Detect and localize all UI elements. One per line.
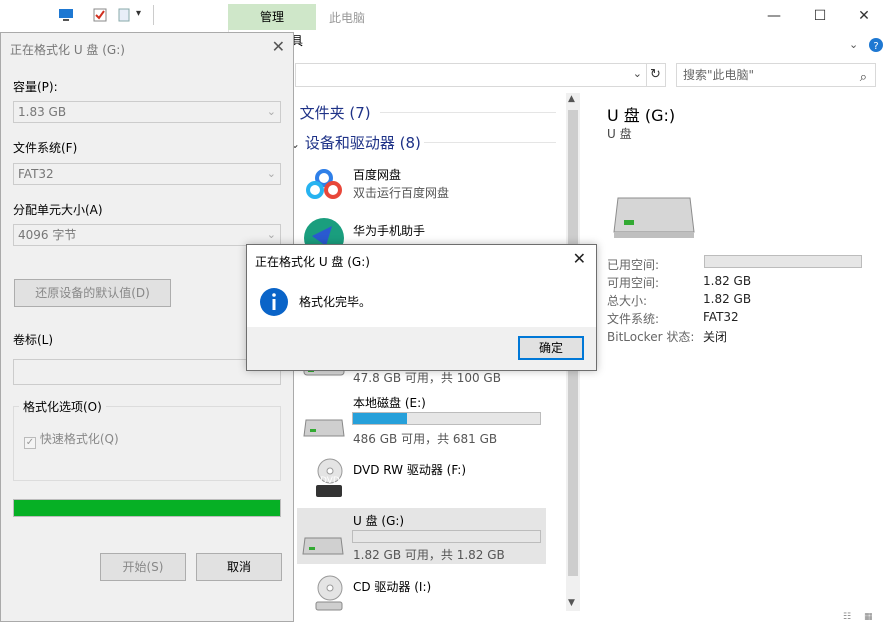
details-title: U 盘 (G:) [607,106,676,125]
minimize-button[interactable]: — [760,6,788,26]
detail-label: 已用空间: [607,258,660,272]
hard-drive-icon [303,419,345,437]
info-icon [260,288,288,316]
qa-divider [153,5,154,25]
tiles-view-icon[interactable]: ▦ [864,612,873,622]
drive-name: U 盘 (G:) [353,514,405,528]
format-progress-fill [14,500,280,516]
ok-button[interactable]: 确定 [518,336,584,360]
detail-label: 可用空间: [607,276,660,290]
capacity-bar [352,412,541,425]
detail-value: 关闭 [703,330,728,344]
drive-sub: 486 GB 可用，共 681 GB [353,432,498,446]
chevron-down-icon[interactable]: ⌄ [633,67,642,80]
chevron-down-icon: ⌄ [266,105,276,118]
computer-icon[interactable] [58,7,74,23]
detail-value: 1.82 GB [703,292,752,306]
help-icon[interactable]: ? [868,37,884,53]
drive-sub: 1.82 GB 可用，共 1.82 GB [353,548,505,562]
search-placeholder: 搜索"此电脑" [683,68,755,82]
new-folder-icon[interactable] [116,7,132,23]
list-item[interactable]: 本地磁盘 (E:) 486 GB 可用，共 681 GB [300,392,546,448]
close-icon[interactable]: ✕ [272,37,285,56]
usb-drive-large-icon [613,197,695,238]
details-view-icon[interactable]: ☷ [843,612,851,622]
detail-label: 总大小: [607,294,648,308]
maximize-button[interactable]: ☐ [806,6,834,26]
capacity-value: 1.83 GB [18,105,67,119]
used-space-bar [704,255,862,268]
filesystem-label: 文件系统(F) [13,141,78,155]
drive-sub: 双击运行百度网盘 [353,186,450,200]
section-devices-label: 设备和驱动器 (8) [304,134,421,152]
close-icon[interactable]: ✕ [573,249,586,268]
alloc-label: 分配单元大小(A) [13,203,103,217]
capacity-select[interactable]: 1.83 GB ⌄ [13,101,281,123]
list-item[interactable]: DVD DVD RW 驱动器 (F:) [300,455,546,501]
close-button[interactable]: ✕ [850,6,878,26]
quick-format-label: 快速格式化(Q) [39,432,119,446]
tab-manage[interactable]: 管理 [228,4,316,30]
search-icon: ⌕ [859,70,867,85]
details-subtitle: U 盘 [607,127,632,141]
cd-drive-icon [315,575,343,611]
checkbox-checked-icon: ✓ [24,437,36,449]
restore-defaults-button[interactable]: 还原设备的默认值(D) [14,279,171,307]
section-devices[interactable]: ⌄ 设备和驱动器 (8) [290,132,421,153]
svg-text:?: ? [873,41,878,52]
capacity-fill [353,413,408,424]
ribbon-collapse-icon[interactable]: ⌄ [849,38,858,51]
capacity-label: 容量(P): [13,80,58,94]
drive-name: 本地磁盘 (E:) [353,396,426,410]
volume-label: 卷标(L) [13,333,54,347]
format-options-label: 格式化选项(O) [19,398,106,415]
section-folders[interactable]: › 文件夹 (7) [290,102,371,123]
start-button[interactable]: 开始(S) [100,553,186,581]
filesystem-value: FAT32 [18,167,54,181]
message-box-title: 正在格式化 U 盘 (G:) [255,255,370,269]
alloc-value: 4096 字节 [18,228,77,242]
window-title: 此电脑 [329,11,366,25]
section-divider [424,142,556,143]
search-input[interactable]: 搜索"此电脑" ⌕ [676,63,876,87]
quick-format-checkbox[interactable]: ✓ 快速格式化(Q) [24,430,119,449]
detail-value: FAT32 [703,310,739,324]
scroll-down-icon[interactable]: ▼ [568,598,575,608]
format-progress-bar [13,499,281,517]
drive-name: 华为手机助手 [353,224,426,238]
message-box: 正在格式化 U 盘 (G:) ✕ 格式化完毕。 确定 [246,244,597,371]
volume-label-input[interactable] [13,359,281,385]
dvd-badge: DVD [320,476,340,486]
capacity-bar [352,530,541,543]
baidu-netdisk-icon [302,163,346,205]
drive-name: CD 驱动器 (I:) [353,580,432,594]
list-item[interactable]: 百度网盘 双击运行百度网盘 [300,160,546,208]
alloc-select[interactable]: 4096 字节 ⌄ [13,224,281,246]
scroll-up-icon[interactable]: ▲ [568,94,575,104]
message-text: 格式化完毕。 [299,295,372,309]
drive-sub: 47.8 GB 可用，共 100 GB [353,371,501,385]
section-divider [380,112,556,113]
address-bar[interactable]: ⌄ [295,63,647,87]
dialog-title: 正在格式化 U 盘 (G:) [10,43,125,57]
usb-drive-icon [302,537,344,555]
filesystem-select[interactable]: FAT32 ⌄ [13,163,281,185]
message-box-footer: 确定 [247,327,596,370]
list-item-selected[interactable]: U 盘 (G:) 1.82 GB 可用，共 1.82 GB [297,508,546,564]
cancel-button[interactable]: 取消 [196,553,282,581]
qa-dropdown-icon[interactable]: ▾ [136,8,141,19]
section-folders-label: 文件夹 (7) [299,104,371,122]
list-item[interactable]: CD 驱动器 (I:) [300,572,546,612]
drive-name: 百度网盘 [353,168,402,182]
detail-label: 文件系统: [607,312,660,326]
list-item[interactable]: 华为手机助手 [300,214,546,248]
drive-name: DVD RW 驱动器 (F:) [353,463,467,477]
refresh-button[interactable]: ↻ [646,63,666,87]
properties-icon[interactable] [92,7,108,23]
detail-label: BitLocker 状态: [607,330,695,344]
chevron-down-icon: ⌄ [266,167,276,180]
detail-value: 1.82 GB [703,274,752,288]
chevron-down-icon: ⌄ [266,228,276,241]
